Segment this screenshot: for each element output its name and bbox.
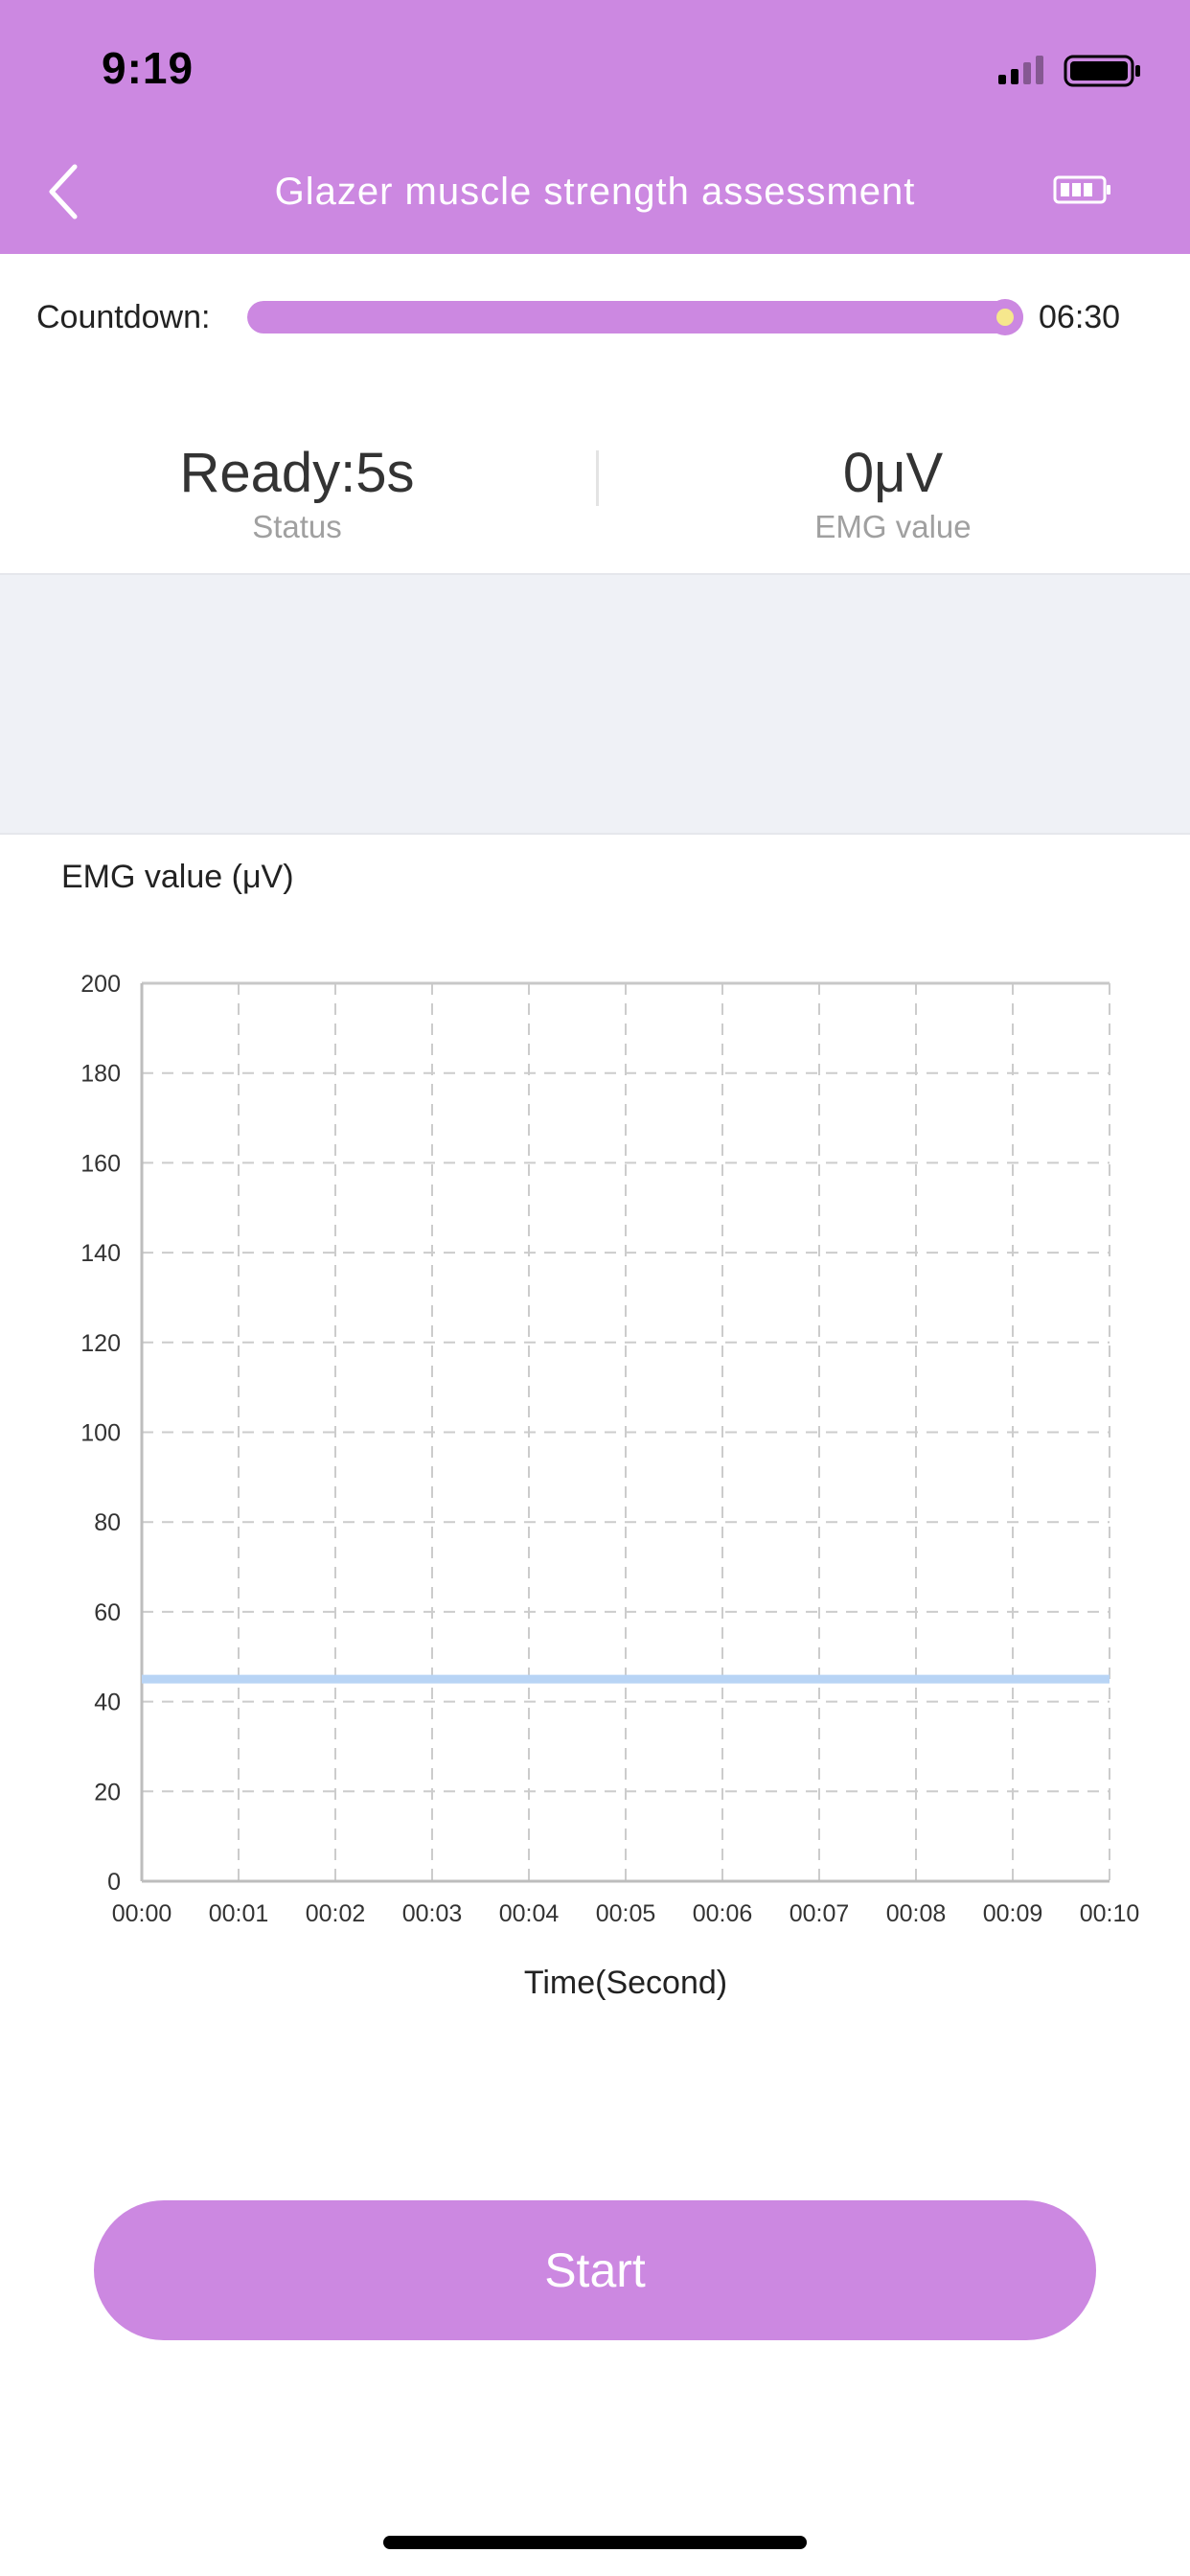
x-tick-label: 00:09 (983, 1900, 1043, 1927)
x-tick-label: 00:03 (402, 1900, 463, 1927)
y-tick-label: 80 (94, 1509, 121, 1536)
emg-chart: 0 20 40 60 80 100 120 140 160 180 200 00:00 00:01 00:… (80, 971, 1140, 2001)
x-tick-label: 00:07 (790, 1900, 850, 1927)
y-tick-label: 180 (80, 1061, 121, 1088)
x-tick-label: 00:01 (209, 1900, 269, 1927)
y-tick-label: 140 (80, 1240, 121, 1267)
x-tick-label: 00:06 (693, 1900, 753, 1927)
x-tick-label: 00:10 (1080, 1900, 1140, 1927)
status-label: Status (252, 509, 342, 544)
x-tick-label: 00:02 (306, 1900, 366, 1927)
countdown-time: 06:30 (1039, 299, 1121, 335)
x-tick-label: 00:08 (886, 1900, 947, 1927)
y-tick-label: 160 (80, 1150, 121, 1177)
header-bar: 9:19 Glazer muscle strength assessment (0, 0, 1190, 254)
signal-icon (998, 56, 1043, 84)
x-axis-label: Time(Second) (524, 1965, 727, 2001)
emg-value: 0μV (842, 442, 944, 504)
countdown-progress-knob[interactable] (987, 299, 1023, 335)
x-tick-label: 00:05 (596, 1900, 656, 1927)
device-battery-icon[interactable] (1052, 172, 1113, 207)
y-tick-label: 60 (94, 1599, 121, 1626)
emg-label: EMG value (814, 509, 972, 544)
y-tick-label: 20 (94, 1779, 121, 1806)
battery-icon (1064, 55, 1140, 87)
countdown-progress-track (247, 301, 1023, 334)
countdown-progress-fill (247, 301, 1023, 334)
chart-title: EMG value (μV) (61, 859, 294, 895)
x-tick-label: 00:04 (499, 1900, 560, 1927)
page-title: Glazer muscle strength assessment (274, 171, 916, 213)
x-tick-label: 00:00 (112, 1900, 172, 1927)
info-band (0, 573, 1190, 835)
status-bar-time: 9:19 (102, 43, 195, 93)
y-tick-label: 40 (94, 1690, 121, 1716)
status-value: Ready:5s (179, 442, 415, 504)
knob-dot (996, 309, 1014, 326)
y-tick-label: 100 (80, 1420, 121, 1447)
countdown-label: Countdown: (36, 299, 211, 335)
emg-stat: 0μV EMG value (596, 439, 1190, 546)
y-tick-label: 120 (80, 1330, 121, 1357)
start-button[interactable]: Start (94, 2200, 1096, 2340)
home-indicator (383, 2536, 807, 2549)
y-tick-label: 0 (107, 1869, 121, 1896)
status-stat: Ready:5s Status (0, 439, 594, 546)
y-tick-label: 200 (80, 971, 121, 998)
